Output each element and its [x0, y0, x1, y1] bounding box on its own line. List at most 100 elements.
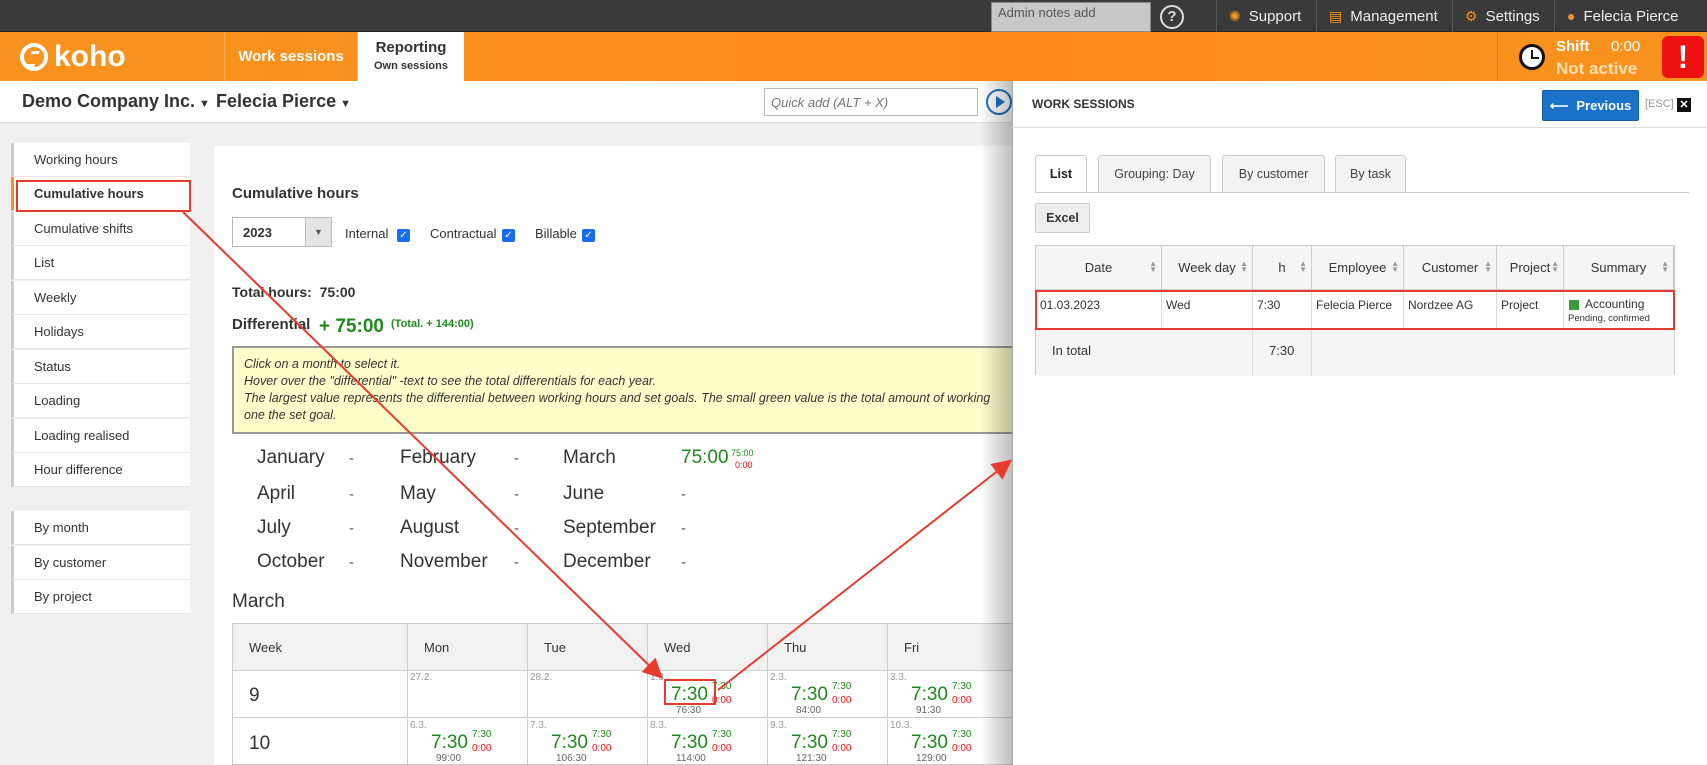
help-icon[interactable]: ?	[1160, 5, 1184, 29]
differential-total: (Total. + 144:00)	[391, 318, 474, 330]
sidebar-item-holidays[interactable]: Holidays	[11, 315, 190, 349]
day-hours: 7:30	[911, 684, 948, 705]
sidebar-item-cumulative-shifts[interactable]: Cumulative shifts	[11, 212, 190, 246]
calendar-day-cell[interactable]: 9.3. 7:30 7:30 0:00 121:30	[768, 719, 888, 764]
day-goal: 7:30	[712, 729, 732, 740]
day-negative: 0:00	[712, 743, 732, 754]
month-value: -	[514, 554, 519, 571]
month-value: -	[681, 486, 686, 503]
esc-hint: [ESC]	[1645, 98, 1674, 110]
person-selector[interactable]: Felecia Pierce ▼	[216, 91, 351, 112]
column-header-date[interactable]: Date ▲ ▼	[1036, 246, 1162, 290]
admin-notes-field[interactable]: Admin notes add	[991, 2, 1151, 32]
day-date: 7.3.	[530, 720, 547, 731]
management-menu[interactable]: ▤ Management	[1316, 0, 1438, 32]
total-row-label-cell: In total	[1036, 328, 1253, 376]
company-selector[interactable]: Demo Company Inc. ▼	[22, 91, 210, 112]
calendar-day-cell[interactable]: 7.3. 7:30 7:30 0:00 106:30	[528, 719, 648, 764]
tab-grouping-day[interactable]: Grouping: Day	[1098, 155, 1211, 193]
tab-by-customer[interactable]: By customer	[1222, 155, 1325, 193]
month-october[interactable]: October	[257, 551, 325, 573]
month-value: -	[514, 486, 519, 503]
column-label: Summary	[1590, 260, 1647, 275]
settings-label: Settings	[1485, 7, 1540, 25]
day-date: 8.3.	[650, 720, 667, 731]
day-hours: 7:30	[551, 732, 588, 753]
user-menu[interactable]: ● Felecia Pierce	[1554, 0, 1679, 32]
column-header-h[interactable]: h ▲ ▼	[1253, 246, 1312, 290]
column-header-summary[interactable]: Summary ▲ ▼	[1564, 246, 1674, 290]
tab-reporting-sub: Own sessions	[374, 59, 448, 72]
calendar-day-cell[interactable]: 8.3. 7:30 7:30 0:00 114:00	[648, 719, 768, 764]
month-value: -	[514, 450, 519, 467]
sort-icon: ▲ ▼	[1661, 259, 1669, 274]
day-negative: 0:00	[592, 743, 612, 754]
month-november[interactable]: November	[400, 551, 488, 573]
total-row-h-cell: 7:30	[1253, 328, 1312, 376]
month-march[interactable]: March	[563, 447, 616, 469]
column-header-employee[interactable]: Employee ▲ ▼	[1312, 246, 1404, 290]
tab-list[interactable]: List	[1035, 155, 1087, 193]
month-august[interactable]: August	[400, 517, 459, 539]
day-hours: 7:30	[791, 684, 828, 705]
column-header-project[interactable]: Project ▲ ▼	[1497, 246, 1564, 290]
day-date: 27.2.	[410, 672, 433, 683]
sidebar-item-by-month[interactable]: By month	[11, 511, 190, 545]
support-menu[interactable]: ✺ Support	[1216, 0, 1301, 32]
month-may[interactable]: May	[400, 483, 436, 505]
day-goal: 7:30	[832, 729, 852, 740]
sidebar-item-list[interactable]: List	[11, 246, 190, 280]
info-box: Click on a month to select it. Hover ove…	[232, 346, 1014, 434]
sidebar-item-loading[interactable]: Loading	[11, 384, 190, 418]
sidebar-item-by-customer[interactable]: By customer	[11, 546, 190, 580]
clock-icon[interactable]	[1519, 44, 1545, 70]
sidebar-item-weekly[interactable]: Weekly	[11, 281, 190, 315]
close-icon[interactable]: ✕	[1677, 98, 1691, 112]
filter-billable-checkbox[interactable]: ✓	[582, 229, 595, 242]
company-name: Demo Company Inc.	[22, 91, 196, 111]
column-header-weekday[interactable]: Week day ▲ ▼	[1162, 246, 1253, 290]
calendar-day-cell[interactable]: 28.2.	[528, 671, 648, 718]
sidebar-item-status[interactable]: Status	[11, 350, 190, 384]
filter-internal-checkbox[interactable]: ✓	[397, 229, 410, 242]
previous-button[interactable]: ⟵ Previous	[1542, 90, 1639, 121]
column-label: Employee	[1328, 260, 1387, 275]
filter-billable-label: Billable	[535, 226, 577, 241]
lifebuoy-icon: ✺	[1229, 7, 1241, 24]
tab-reporting[interactable]: Reporting Own sessions	[357, 32, 464, 81]
calendar-day-cell[interactable]: 6.3. 7:30 7:30 0:00 99:00	[408, 719, 528, 764]
filter-contractual-checkbox[interactable]: ✓	[502, 229, 515, 242]
month-december[interactable]: December	[563, 551, 651, 573]
year-value: 2023	[243, 225, 272, 240]
year-select[interactable]: 2023 ▼	[232, 217, 332, 247]
calendar-day-cell[interactable]: 2.3. 7:30 7:30 0:00 84:00	[768, 671, 888, 718]
day-goal: 7:30	[952, 729, 972, 740]
sidebar-item-by-project[interactable]: By project	[11, 580, 190, 614]
month-june[interactable]: June	[563, 483, 604, 505]
differential-label[interactable]: Differential	[232, 316, 310, 333]
month-april[interactable]: April	[257, 483, 295, 505]
alert-icon[interactable]: !	[1662, 36, 1704, 78]
month-negative-value: 0:00	[735, 460, 753, 470]
tab-by-task[interactable]: By task	[1335, 155, 1406, 193]
day-cumulative: 114:00	[676, 753, 706, 764]
koho-logo[interactable]: koho	[20, 40, 126, 74]
month-july[interactable]: July	[257, 517, 291, 539]
month-september[interactable]: September	[563, 517, 656, 539]
month-january[interactable]: January	[257, 447, 325, 469]
sidebar-item-working-hours[interactable]: Working hours	[11, 143, 190, 177]
sidebar-item-hour-difference[interactable]: Hour difference	[11, 453, 190, 487]
filter-contractual-label: Contractual	[430, 226, 497, 241]
day-hours: 7:30	[671, 732, 708, 753]
info-line: Click on a month to select it.	[244, 357, 401, 371]
month-february[interactable]: February	[400, 447, 476, 469]
sidebar-item-loading-realised[interactable]: Loading realised	[11, 419, 190, 453]
settings-menu[interactable]: ⚙ Settings	[1452, 0, 1540, 32]
quick-add-input[interactable]	[764, 88, 978, 116]
calendar-day-cell[interactable]: 27.2.	[408, 671, 528, 718]
column-header-customer[interactable]: Customer ▲ ▼	[1404, 246, 1497, 290]
excel-button[interactable]: Excel	[1035, 203, 1090, 233]
day-cumulative: 121:30	[796, 753, 827, 764]
calendar-week-number: 10	[233, 719, 408, 764]
tab-work-sessions[interactable]: Work sessions	[224, 32, 357, 81]
